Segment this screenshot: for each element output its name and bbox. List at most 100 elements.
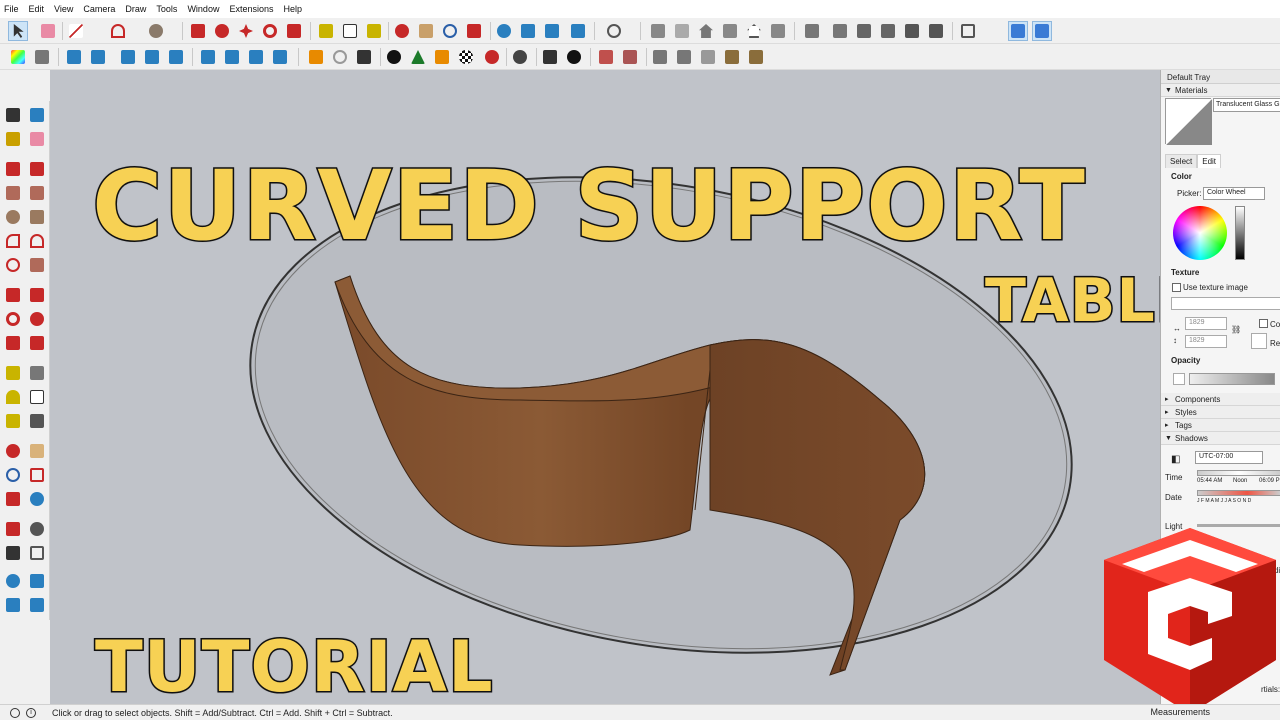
look-around-icon[interactable] <box>27 519 47 539</box>
xray-style-button[interactable] <box>802 21 822 41</box>
component-icon[interactable] <box>27 105 47 125</box>
pencil-icon[interactable] <box>3 159 23 179</box>
text-icon[interactable] <box>27 387 47 407</box>
back-view-button[interactable] <box>744 21 764 41</box>
freehand-icon[interactable] <box>27 159 47 179</box>
polygon-icon[interactable] <box>27 207 47 227</box>
tags-section-header[interactable]: ▸ Tags <box>1161 419 1280 432</box>
cloud-upload-icon[interactable] <box>482 47 502 67</box>
circle-icon[interactable] <box>3 207 23 227</box>
text-tool-button[interactable] <box>340 21 360 41</box>
material-name-field[interactable]: Translucent Glass Gray <box>1213 98 1280 112</box>
three-point-arc-icon[interactable] <box>3 255 23 275</box>
shaded-textures-button[interactable] <box>926 21 946 41</box>
menu-window[interactable]: Window <box>187 4 219 14</box>
arc-tool-button[interactable] <box>108 21 128 41</box>
field-of-view-button[interactable] <box>270 47 290 67</box>
share-icon[interactable] <box>27 571 47 591</box>
menu-draw[interactable]: Draw <box>125 4 146 14</box>
hidden-line-button[interactable] <box>878 21 898 41</box>
texture-width-field[interactable]: 1829 <box>1185 317 1227 330</box>
geo-location-icon[interactable] <box>10 707 20 718</box>
front-view-button[interactable] <box>696 21 716 41</box>
settings-gear-icon[interactable] <box>510 47 530 67</box>
model-viewport[interactable]: CURVED SUPPORT TABLE TUTORIAL <box>50 70 1160 704</box>
date-slider[interactable] <box>1197 490 1280 496</box>
components-section-header[interactable]: ▸ Components <box>1161 393 1280 406</box>
shaded-button[interactable] <box>902 21 922 41</box>
extension-manager-button[interactable] <box>568 21 588 41</box>
walk-tool-button[interactable] <box>198 47 218 67</box>
pan-tool-button[interactable] <box>416 21 436 41</box>
left-view-button[interactable] <box>768 21 788 41</box>
move-tool-button[interactable] <box>236 21 256 41</box>
warehouse-button[interactable] <box>494 21 514 41</box>
texture-tool-2-button[interactable] <box>620 47 640 67</box>
two-point-arc-icon[interactable] <box>27 231 47 251</box>
scale-icon[interactable] <box>3 333 23 353</box>
zoom-extents-icon[interactable] <box>3 489 23 509</box>
layers-icon[interactable] <box>432 47 452 67</box>
menu-help[interactable]: Help <box>283 4 302 14</box>
zoom-window-icon[interactable] <box>27 465 47 485</box>
menu-view[interactable]: View <box>54 4 73 14</box>
pie-icon[interactable] <box>27 255 47 275</box>
info-icon[interactable] <box>564 47 584 67</box>
followme-icon[interactable] <box>27 309 47 329</box>
extension-manager-icon[interactable] <box>27 595 47 615</box>
menu-edit[interactable]: Edit <box>29 4 45 14</box>
colorize-checkbox[interactable] <box>1259 319 1268 328</box>
email-icon[interactable] <box>540 47 560 67</box>
warehouse-icon[interactable] <box>3 571 23 591</box>
pushpull-tool-button[interactable] <box>188 21 208 41</box>
position-camera-icon[interactable] <box>3 519 23 539</box>
eraser-icon[interactable] <box>27 129 47 149</box>
texture-tool-7-button[interactable] <box>746 47 766 67</box>
materials-section-header[interactable]: ▼ Materials <box>1161 84 1280 97</box>
select-icon[interactable] <box>3 105 23 125</box>
zoom-icon[interactable] <box>3 465 23 485</box>
arc-icon[interactable] <box>3 231 23 251</box>
extension-warehouse-icon[interactable] <box>3 595 23 615</box>
display-section-planes-button[interactable] <box>1008 21 1028 41</box>
texture-tool-1-button[interactable] <box>596 47 616 67</box>
menu-file[interactable]: File <box>4 4 19 14</box>
offset-icon[interactable] <box>27 333 47 353</box>
material-swatch[interactable] <box>1165 98 1212 145</box>
texture-tool-5-button[interactable] <box>698 47 718 67</box>
section-plane-button[interactable] <box>958 21 978 41</box>
add-detail-button[interactable] <box>142 47 162 67</box>
info-icon[interactable]: i <box>26 707 36 718</box>
extension-warehouse-button[interactable] <box>542 21 562 41</box>
movie-clapper-icon[interactable] <box>354 47 374 67</box>
solid-refresh-button[interactable] <box>330 47 350 67</box>
iso-view-button[interactable] <box>648 21 668 41</box>
solid-union-button[interactable] <box>306 47 326 67</box>
user-account-button[interactable] <box>604 21 624 41</box>
line-tool-button[interactable] <box>66 21 86 41</box>
walk-icon[interactable] <box>3 543 23 563</box>
right-view-button[interactable] <box>720 21 740 41</box>
move-icon[interactable] <box>3 285 23 305</box>
rotate-icon[interactable] <box>3 309 23 329</box>
pan-icon[interactable] <box>27 441 47 461</box>
stamp-tool-button[interactable] <box>88 47 108 67</box>
rotate-tool-button[interactable] <box>260 21 280 41</box>
time-slider[interactable] <box>1197 470 1280 476</box>
picker-select[interactable]: Color Wheel <box>1203 187 1265 200</box>
wireframe-button[interactable] <box>854 21 874 41</box>
paint-bucket-icon[interactable] <box>8 47 28 67</box>
shadows-section-header[interactable]: ▼ Shadows <box>1161 432 1280 445</box>
tape-measure-tool-button[interactable] <box>316 21 336 41</box>
brightness-slider[interactable] <box>1235 206 1245 260</box>
flip-edge-button[interactable] <box>166 47 186 67</box>
add-location-icon[interactable] <box>384 47 404 67</box>
protractor-icon[interactable] <box>3 387 23 407</box>
sandbox-tool-button[interactable] <box>32 47 52 67</box>
texture-tool-3-button[interactable] <box>650 47 670 67</box>
paint-icon[interactable] <box>3 129 23 149</box>
opacity-slider[interactable] <box>1189 373 1275 385</box>
previous-view-icon[interactable] <box>27 489 47 509</box>
tab-edit[interactable]: Edit <box>1197 154 1222 168</box>
select-tool-button[interactable] <box>8 21 28 41</box>
